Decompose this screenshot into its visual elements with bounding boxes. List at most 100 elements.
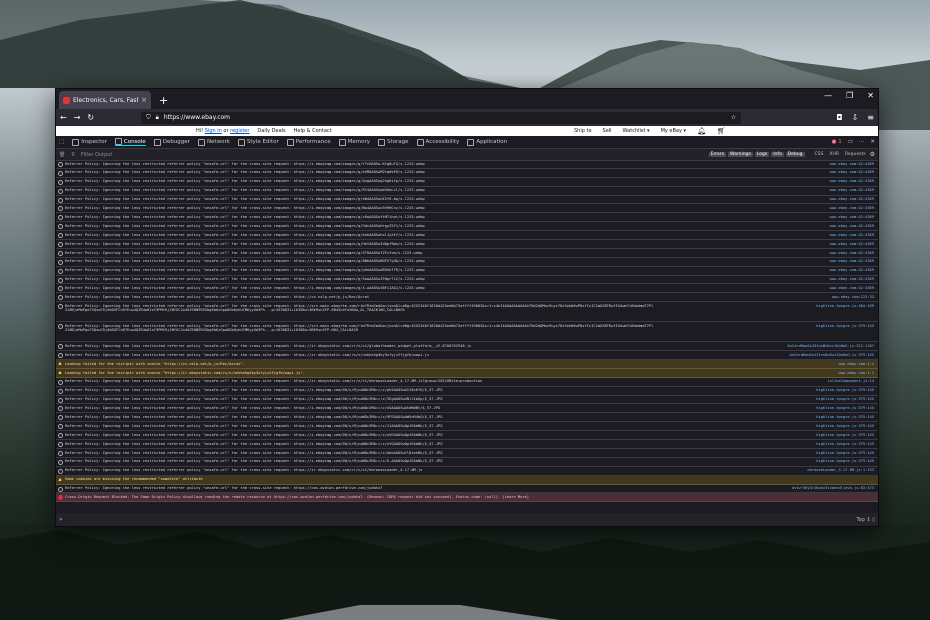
url-text[interactable]: https://www.ebay.com bbox=[164, 114, 230, 121]
source-link[interactable]: www.ebay.com:1:1 bbox=[838, 362, 874, 366]
source-link[interactable]: www.ebay.com:42:4369 bbox=[830, 224, 874, 228]
tab-console[interactable]: Console bbox=[114, 138, 146, 146]
console-message-row[interactable]: Referrer Policy: Ignoring the less restr… bbox=[56, 169, 878, 178]
console-message-row[interactable]: Referrer Policy: Ignoring the less restr… bbox=[56, 404, 878, 414]
source-link[interactable]: highline-tpsgre.js:379:145 bbox=[816, 433, 874, 437]
tab-performance[interactable]: Performance bbox=[286, 138, 331, 146]
new-tab-icon[interactable]: + bbox=[159, 94, 168, 107]
filter-debug-button[interactable]: Debug bbox=[785, 152, 805, 157]
console-message-row[interactable]: Referrer Policy: Ignoring the less restr… bbox=[56, 222, 878, 232]
console-message-row[interactable]: Referrer Policy: Ignoring the less restr… bbox=[56, 178, 878, 187]
console-message-row[interactable]: Referrer Policy: Ignoring the less restr… bbox=[56, 204, 878, 214]
close-window-icon[interactable]: ✕ bbox=[867, 91, 874, 100]
console-message-row[interactable]: Referrer Policy: Ignoring the less restr… bbox=[56, 249, 878, 258]
tab-network[interactable]: Network bbox=[197, 138, 230, 146]
trash-icon[interactable]: 🗑︎ bbox=[59, 152, 65, 158]
source-link[interactable]: highline-tpsgre.js:379:145 bbox=[816, 388, 874, 392]
console-message-row[interactable]: Referrer Policy: Ignoring the less restr… bbox=[56, 231, 878, 241]
devtools-menu-icon[interactable]: ⋯ bbox=[859, 139, 865, 145]
maximize-icon[interactable]: ❐ bbox=[846, 91, 853, 100]
notification-bell-icon[interactable]: 🔔︎ bbox=[697, 127, 706, 135]
source-link[interactable]: www.ebay.com:42:4369 bbox=[830, 206, 874, 210]
my-ebay-link[interactable]: My eBay ▾ bbox=[661, 128, 687, 134]
sell-link[interactable]: Sell bbox=[603, 128, 612, 134]
console-message-row[interactable]: Referrer Policy: Ignoring the less restr… bbox=[56, 240, 878, 249]
console-message-row[interactable]: Referrer Policy: Ignoring the less restr… bbox=[56, 213, 878, 223]
menu-icon[interactable]: ≡ bbox=[867, 113, 874, 122]
source-link[interactable]: www.ebay.com:42:4369 bbox=[830, 179, 874, 183]
source-link[interactable]: www.ebay.com:42:4369 bbox=[830, 233, 874, 237]
register-link[interactable]: register bbox=[230, 128, 249, 134]
console-message-row[interactable]: Referrer Policy: Ignoring the less restr… bbox=[56, 485, 878, 494]
daily-deals-link[interactable]: Daily Deals bbox=[257, 128, 285, 134]
source-link[interactable]: highline-tpsgre.js:404:169 bbox=[816, 304, 874, 308]
console-message-row[interactable]: Referrer Policy: Ignoring the less restr… bbox=[56, 449, 878, 458]
source-link[interactable]: www.ebay.com:42:4369 bbox=[830, 259, 874, 263]
source-link[interactable]: www.ebay.com:42:4369 bbox=[830, 268, 874, 272]
console-message-row[interactable]: Referrer Policy: Ignoring the less restr… bbox=[56, 322, 878, 343]
filter-xhr-button[interactable]: XHR bbox=[827, 152, 841, 157]
source-link[interactable]: highline-tpsgre.js:379:145 bbox=[816, 397, 874, 401]
filter-errors-button[interactable]: Errors bbox=[708, 152, 726, 157]
pick-element-icon[interactable]: ⬚ bbox=[59, 139, 64, 145]
minimize-icon[interactable]: — bbox=[824, 91, 832, 100]
console-warning-row[interactable]: Loading failed for the <script> with sou… bbox=[56, 368, 878, 378]
console-message-row[interactable]: Referrer Policy: Ignoring the less restr… bbox=[56, 413, 878, 423]
help-contact-link[interactable]: Help & Contact bbox=[294, 128, 332, 134]
console-message-row[interactable]: Referrer Policy: Ignoring the less restr… bbox=[56, 351, 878, 361]
console-message-row[interactable]: Referrer Policy: Ignoring the less restr… bbox=[56, 160, 878, 169]
tab-style-editor[interactable]: Style Editor bbox=[237, 138, 279, 146]
shield-icon[interactable]: ⛉ bbox=[146, 114, 151, 122]
source-link[interactable]: AnCardRawSeJ31nsBvDvz1QnHoG.js:322:1187 bbox=[787, 344, 874, 348]
console-message-row[interactable]: Referrer Policy: Ignoring the less restr… bbox=[56, 267, 878, 276]
tab-inspector[interactable]: Inspector bbox=[72, 138, 107, 146]
source-link[interactable]: www.ebay.com:123:33 bbox=[832, 295, 874, 299]
ship-to-link[interactable]: Ship to bbox=[574, 128, 592, 134]
filter-input[interactable]: Filter Output bbox=[81, 152, 112, 158]
source-link[interactable]: www.ebay.com:1:1 bbox=[838, 371, 874, 375]
lock-icon[interactable]: 🔒︎ bbox=[156, 114, 159, 122]
cart-icon[interactable]: 🛒︎ bbox=[717, 127, 726, 135]
filter-warnings-button[interactable]: Warnings bbox=[727, 152, 753, 157]
source-link[interactable]: dvtvr3Ky3r2Kpkc5ivaezdljavk.js:83:473 bbox=[792, 486, 874, 490]
forward-icon[interactable]: → bbox=[74, 113, 81, 122]
console-warning-row[interactable]: Some cookies are misusing the recommende… bbox=[56, 475, 878, 485]
console-message-row[interactable]: Referrer Policy: Ignoring the less restr… bbox=[56, 284, 878, 294]
source-link[interactable]: highline-tpsgre.js:379:145 bbox=[816, 415, 874, 419]
source-link[interactable]: www.ebay.com:42:4369 bbox=[830, 242, 874, 246]
responsive-mode-icon[interactable]: ▭ bbox=[848, 139, 853, 145]
console-warning-row[interactable]: Loading failed for the <script> with sou… bbox=[56, 360, 878, 369]
console-message-row[interactable]: Referrer Policy: Ignoring the less restr… bbox=[56, 440, 878, 449]
source-link[interactable]: highline-tpsgre.js:379:145 bbox=[816, 442, 874, 446]
source-link[interactable]: ebrowseLoader_4.17.0M.js:1:153 bbox=[807, 468, 874, 472]
filter-css-button[interactable]: CSS bbox=[813, 152, 826, 157]
tab-ebay[interactable]: Electronics, Cars, Fashion, Coll... × bbox=[59, 91, 151, 109]
close-devtools-icon[interactable]: ✕ bbox=[870, 139, 875, 145]
source-link[interactable]: www.ebay.com:42:4369 bbox=[830, 286, 874, 290]
pocket-icon[interactable]: ◘ bbox=[836, 113, 842, 122]
bookmark-star-icon[interactable]: ☆ bbox=[731, 114, 736, 121]
console-message-row[interactable]: Referrer Policy: Ignoring the less restr… bbox=[56, 467, 878, 476]
context-selector[interactable]: Top ⇕ ▯ bbox=[856, 517, 875, 523]
source-link[interactable]: highline-tpsgre.js:379:145 bbox=[816, 451, 874, 455]
source-link[interactable]: www.ebay.com:42:4369 bbox=[830, 188, 874, 192]
console-message-row[interactable]: Referrer Policy: Ignoring the less restr… bbox=[56, 302, 878, 323]
filter-requests-button[interactable]: Requests bbox=[843, 152, 868, 157]
tab-debugger[interactable]: Debugger bbox=[153, 138, 190, 146]
source-link[interactable]: www.ebay.com:42:4369 bbox=[830, 162, 874, 166]
console-message-row[interactable]: Referrer Policy: Ignoring the less restr… bbox=[56, 187, 878, 196]
downloads-icon[interactable]: ⇩ bbox=[852, 113, 859, 122]
tab-close-icon[interactable]: × bbox=[141, 96, 147, 104]
source-link[interactable]: highline-tpsgre.js:379:145 bbox=[816, 459, 874, 463]
source-link[interactable]: highline-tpsgre.js:379:145 bbox=[816, 406, 874, 410]
console-message-row[interactable]: Referrer Policy: Ignoring the less restr… bbox=[56, 196, 878, 205]
source-link[interactable]: www.ebay.com:42:4369 bbox=[830, 277, 874, 281]
console-input[interactable]: » Top ⇕ ▯ bbox=[56, 513, 878, 526]
filter-logs-button[interactable]: Logs bbox=[754, 152, 770, 157]
console-error-row[interactable]: Cross-Origin Request Blocked: The Same O… bbox=[56, 493, 878, 503]
source-link[interactable]: AnCardRawSeJ31nsBvDvz1QnHoG.js:379:145 bbox=[790, 353, 874, 357]
error-count-badge[interactable]: ● 1 bbox=[832, 139, 842, 145]
sign-in-link[interactable]: Sign in bbox=[205, 128, 222, 134]
source-link[interactable]: www.ebay.com:42:4369 bbox=[830, 251, 874, 255]
source-link[interactable]: www.ebay.com:42:4369 bbox=[830, 215, 874, 219]
